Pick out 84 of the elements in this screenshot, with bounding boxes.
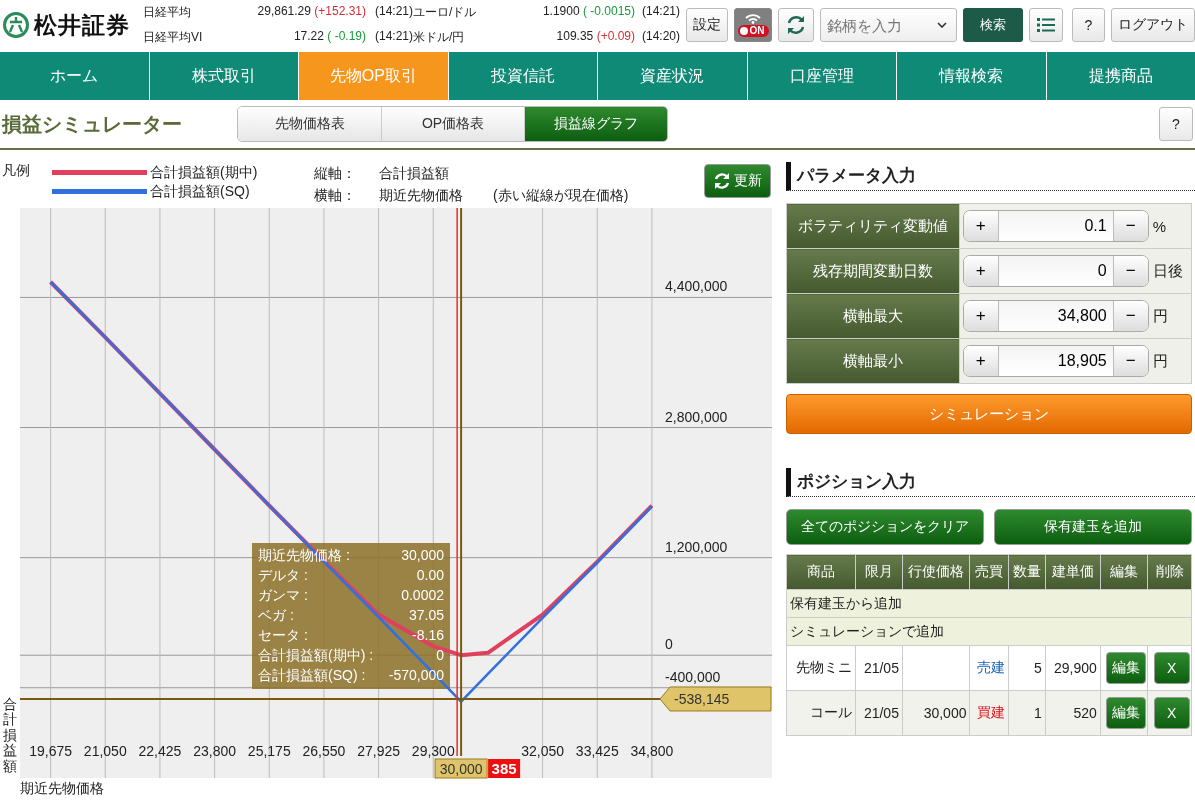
tooltip-value: -8.16 <box>412 627 444 643</box>
table-cell: 先物ミニ <box>786 645 856 691</box>
tick-label: 34,800 <box>630 743 674 759</box>
table-cell: 1 <box>1008 690 1046 736</box>
ticker-name: 日経平均VI <box>143 29 204 46</box>
tick-label: 19,675 <box>29 743 73 759</box>
column-header: 建単価 <box>1045 554 1101 590</box>
ticker-value: 1.1900 ( -0.0015) <box>541 4 635 20</box>
legend-label: 合計損益額(SQ) <box>150 183 250 199</box>
ticker-value: 29,861.29 (+152.31) <box>256 4 366 20</box>
unit-label: % <box>1152 217 1167 235</box>
tooltip-label: デルタ : <box>258 567 308 583</box>
tick-label: 26,550 <box>302 743 346 759</box>
tooltip-label: 合計損益額(SQ) : <box>258 667 366 683</box>
table-cell: 5 <box>1008 645 1046 691</box>
parameter-label: 残存期間変動日数 <box>786 248 960 294</box>
tooltip-label: ガンマ : <box>258 587 308 603</box>
ticker-value: 17.22 ( -0.19) <box>292 29 366 45</box>
table-cell: コール <box>786 690 856 736</box>
tooltip-label: ベガ : <box>258 607 294 623</box>
page-title: 損益シミュレーター <box>0 111 183 137</box>
tooltip-value: 30,000 <box>401 547 444 563</box>
ticker-time: (14:21) <box>640 4 680 20</box>
column-header: 商品 <box>786 554 856 590</box>
legend-label: 合計損益額(期中) <box>150 164 258 180</box>
column-header: 編集 <box>1100 554 1148 590</box>
current-price-label: 385 <box>488 759 521 778</box>
table-cell: 520 <box>1045 690 1101 736</box>
unit-label: 日後 <box>1152 261 1183 281</box>
tick-label: 1,200,000 <box>665 538 728 555</box>
tick-label: 23,800 <box>193 743 236 759</box>
axis-value: 期近先物価格 <box>379 186 464 205</box>
tick-label: 0 <box>665 636 673 653</box>
parameter-label: 横軸最小 <box>786 338 960 384</box>
tick-label: -400,000 <box>665 668 721 685</box>
axis-title: 合計損益額 <box>3 697 17 774</box>
tick-label: 22,425 <box>138 743 182 759</box>
column-header: 限月 <box>855 554 903 590</box>
tooltip-label: 合計損益額(期中) : <box>258 647 374 663</box>
table-cell: 売建 <box>969 645 1009 691</box>
tick-label: 33,425 <box>575 743 619 759</box>
ticker-time: (14:21) <box>373 4 413 20</box>
tooltip-value: 37.05 <box>408 607 444 623</box>
ticker-value: 109.35 (+0.09) <box>555 29 635 45</box>
parameter-label: 横軸最大 <box>786 293 960 339</box>
crosshair-x-label: 30,000 <box>434 758 488 779</box>
tooltip-value: 0 <box>436 647 444 663</box>
parameter-label: ボラティリティ変動値 <box>786 203 960 249</box>
ticker-name: 米ドル/円 <box>413 29 466 46</box>
crosshair-y-label: -538,145 <box>659 686 772 712</box>
ticker-name: ユーロ/ドル <box>413 4 478 21</box>
column-header: 削除 <box>1147 554 1192 590</box>
tick-label: 4,400,000 <box>665 278 728 295</box>
unit-label: 円 <box>1152 351 1168 371</box>
tick-label: 29,300 <box>411 743 455 759</box>
ticker-time: (14:20) <box>640 29 680 45</box>
tick-label: 25,175 <box>247 743 291 759</box>
axis-note: (赤い縦線が現在価格) <box>492 186 629 205</box>
logo-text: 松井証券 <box>34 10 130 40</box>
ticker-time: (14:21) <box>373 29 413 45</box>
tick-label: 32,050 <box>521 743 564 759</box>
table-cell: 買建 <box>969 690 1009 736</box>
tick-label: 21,050 <box>83 743 127 759</box>
axis-title: 期近先物価格 <box>19 780 105 798</box>
unit-label: 円 <box>1152 306 1168 326</box>
ticker-name: 日経平均 <box>143 4 192 21</box>
section-heading: ポジション入力 <box>785 468 1195 497</box>
axis-label: 縦軸： <box>314 164 357 183</box>
tooltip-label: セータ : <box>258 627 308 643</box>
table-cell: 29,900 <box>1045 645 1101 691</box>
column-header: 行使価格 <box>902 554 970 590</box>
tooltip-value: 0.00 <box>416 567 444 583</box>
table-cell: 21/05 <box>855 690 903 736</box>
column-header: 売買 <box>969 554 1009 590</box>
column-header: 数量 <box>1008 554 1046 590</box>
tooltip-value: 0.0002 <box>401 587 444 603</box>
tick-label: 27,925 <box>357 743 400 759</box>
table-cell: 30,000 <box>902 690 970 736</box>
tick-label: 2,800,000 <box>665 408 728 425</box>
axis-value: 合計損益額 <box>379 164 450 183</box>
table-cell: 21/05 <box>855 645 903 691</box>
axis-label: 横軸： <box>314 186 357 205</box>
section-heading: パラメータ入力 <box>785 162 1195 191</box>
legend-title: 凡例 <box>1 161 31 180</box>
